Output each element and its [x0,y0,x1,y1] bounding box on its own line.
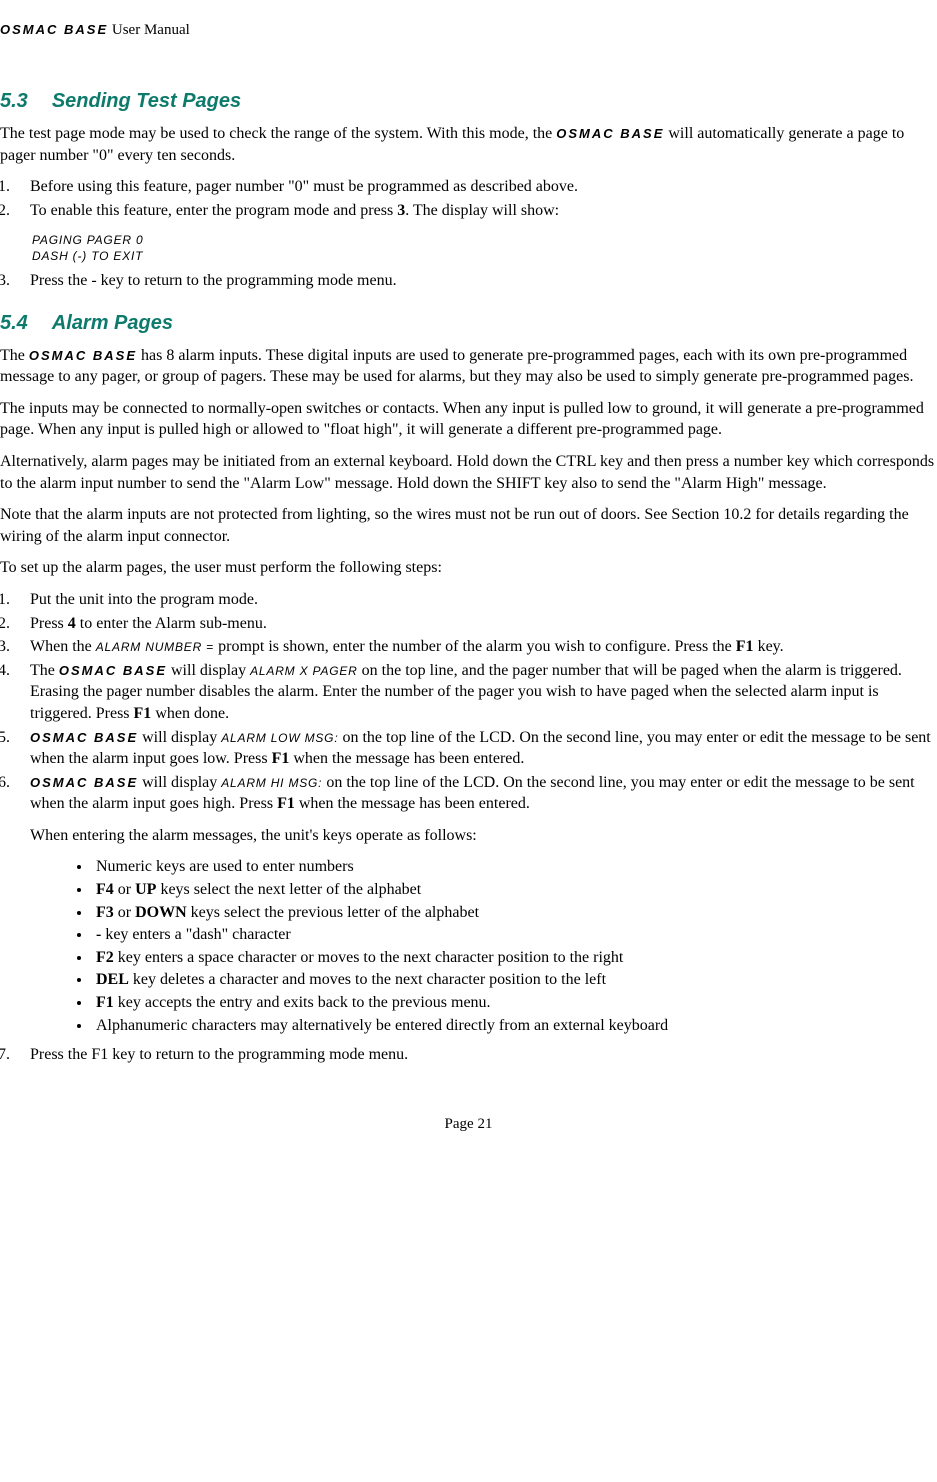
section54-p3: Alternatively, alarm pages may be initia… [0,451,937,494]
product-name: OSMAC BASE [59,663,167,678]
section-number: 5.4 [0,310,28,337]
text: when done. [151,705,229,722]
list-item: Put the unit into the program mode. [14,589,937,611]
list-item: F3 or DOWN keys select the previous lett… [92,902,937,924]
key-label: F4 [96,881,114,898]
text: keys select the previous letter of the a… [187,904,479,921]
key-label: DEL [96,971,129,988]
key-label: F2 [96,949,114,966]
text: Before using this feature, pager number … [30,178,578,195]
list-item: Press 4 to enter the Alarm sub-menu. [14,613,937,635]
list-item: F2 key enters a space character or moves… [92,947,937,969]
text: keys select the next letter of the alpha… [156,881,421,898]
text: or [114,881,135,898]
section54-p2: The inputs may be connected to normally-… [0,398,937,441]
key-label: F3 [96,904,114,921]
text: key enters a "dash" character [101,926,290,943]
product-name: OSMAC BASE [556,126,664,141]
key-label: 3 [397,202,405,219]
section54-steps: Put the unit into the program mode. Pres… [0,589,937,1066]
text: The [30,662,59,679]
text: key deletes a character and moves to the… [129,971,606,988]
section-number: 5.3 [0,88,28,115]
list-item: OSMAC BASE will display ALARM HI MSG: on… [14,772,937,1037]
section54-p1: The OSMAC BASE has 8 alarm inputs. These… [0,345,937,388]
list-item: F4 or UP keys select the next letter of … [92,879,937,901]
text: prompt is shown, enter the number of the… [218,638,736,655]
text: The [0,347,29,364]
section-heading-5-3: 5.3 Sending Test Pages [0,88,937,115]
lcd-display-block: PAGING PAGER 0 DASH (-) TO EXIT [32,232,937,264]
key-label: DOWN [135,904,187,921]
text: Numeric keys are used to enter numbers [96,858,354,875]
key-operation-list: Numeric keys are used to enter numbers F… [30,856,937,1036]
key-label: F1 [134,705,152,722]
text: has 8 alarm inputs. These digital inputs… [0,347,913,386]
lcd-text: ALARM LOW MSG: [221,731,338,745]
text: key. [754,638,784,655]
product-name: OSMAC BASE [30,775,138,790]
list-item: The OSMAC BASE will display ALARM X PAGE… [14,660,937,725]
text: Put the unit into the program mode. [30,591,258,608]
key-label: UP [135,881,156,898]
section54-p5: To set up the alarm pages, the user must… [0,557,937,579]
section-title: Alarm Pages [52,312,173,334]
section-heading-5-4: 5.4 Alarm Pages [0,310,937,337]
list-item: F1 key accepts the entry and exits back … [92,992,937,1014]
product-name: OSMAC BASE [29,348,137,363]
text: Press the - key to return to the program… [30,272,397,289]
list-item: To enable this feature, enter the progra… [14,200,937,222]
text: Press the F1 key to return to the progra… [30,1046,408,1063]
section53-steps-part2: Press the - key to return to the program… [0,270,937,292]
list-item: DEL key deletes a character and moves to… [92,969,937,991]
list-item: OSMAC BASE will display ALARM LOW MSG: o… [14,727,937,770]
text: Alphanumeric characters may alternativel… [96,1017,668,1034]
section53-intro: The test page mode may be used to check … [0,123,937,166]
key-label: 4 [68,615,76,632]
key-label: F1 [96,994,114,1011]
list-item: Alphanumeric characters may alternativel… [92,1015,937,1037]
text: when the message has been entered. [289,750,524,767]
text: or [114,904,135,921]
lcd-line: PAGING PAGER 0 [32,232,937,248]
section53-steps-part1: Before using this feature, pager number … [0,176,937,221]
section54-p4: Note that the alarm inputs are not prote… [0,504,937,547]
text: When the [30,638,96,655]
key-label: F1 [736,638,754,655]
text: To enable this feature, enter the progra… [30,202,397,219]
section-title: Sending Test Pages [52,90,241,112]
text: when the message has been entered. [295,795,530,812]
header-tail: User Manual [108,22,190,38]
list-item: - key enters a "dash" character [92,924,937,946]
list-item: Press the - key to return to the program… [14,270,937,292]
lcd-text: ALARM NUMBER = [96,640,218,654]
list-item: When the ALARM NUMBER = prompt is shown,… [14,636,937,658]
lcd-text: ALARM X PAGER [250,664,358,678]
key-label: F1 [277,795,295,812]
key-label: F1 [272,750,290,767]
list-item: Numeric keys are used to enter numbers [92,856,937,878]
text: will display [167,662,250,679]
product-name: OSMAC BASE [0,22,108,37]
lcd-line: DASH (-) TO EXIT [32,248,937,264]
list-item: Press the F1 key to return to the progra… [14,1044,937,1066]
list-item: Before using this feature, pager number … [14,176,937,198]
text: will display [138,729,221,746]
product-name: OSMAC BASE [30,730,138,745]
text: Press [30,615,68,632]
text: key accepts the entry and exits back to … [114,994,491,1011]
page-header: OSMAC BASE User Manual [0,20,937,40]
text: will display [138,774,221,791]
text: The test page mode may be used to check … [0,125,556,142]
lcd-text: ALARM HI MSG: [221,776,322,790]
text: to enter the Alarm sub-menu. [76,615,267,632]
text: key enters a space character or moves to… [114,949,624,966]
keys-intro: When entering the alarm messages, the un… [30,825,937,847]
text: . The display will show: [405,202,559,219]
page-number: Page 21 [0,1114,937,1134]
